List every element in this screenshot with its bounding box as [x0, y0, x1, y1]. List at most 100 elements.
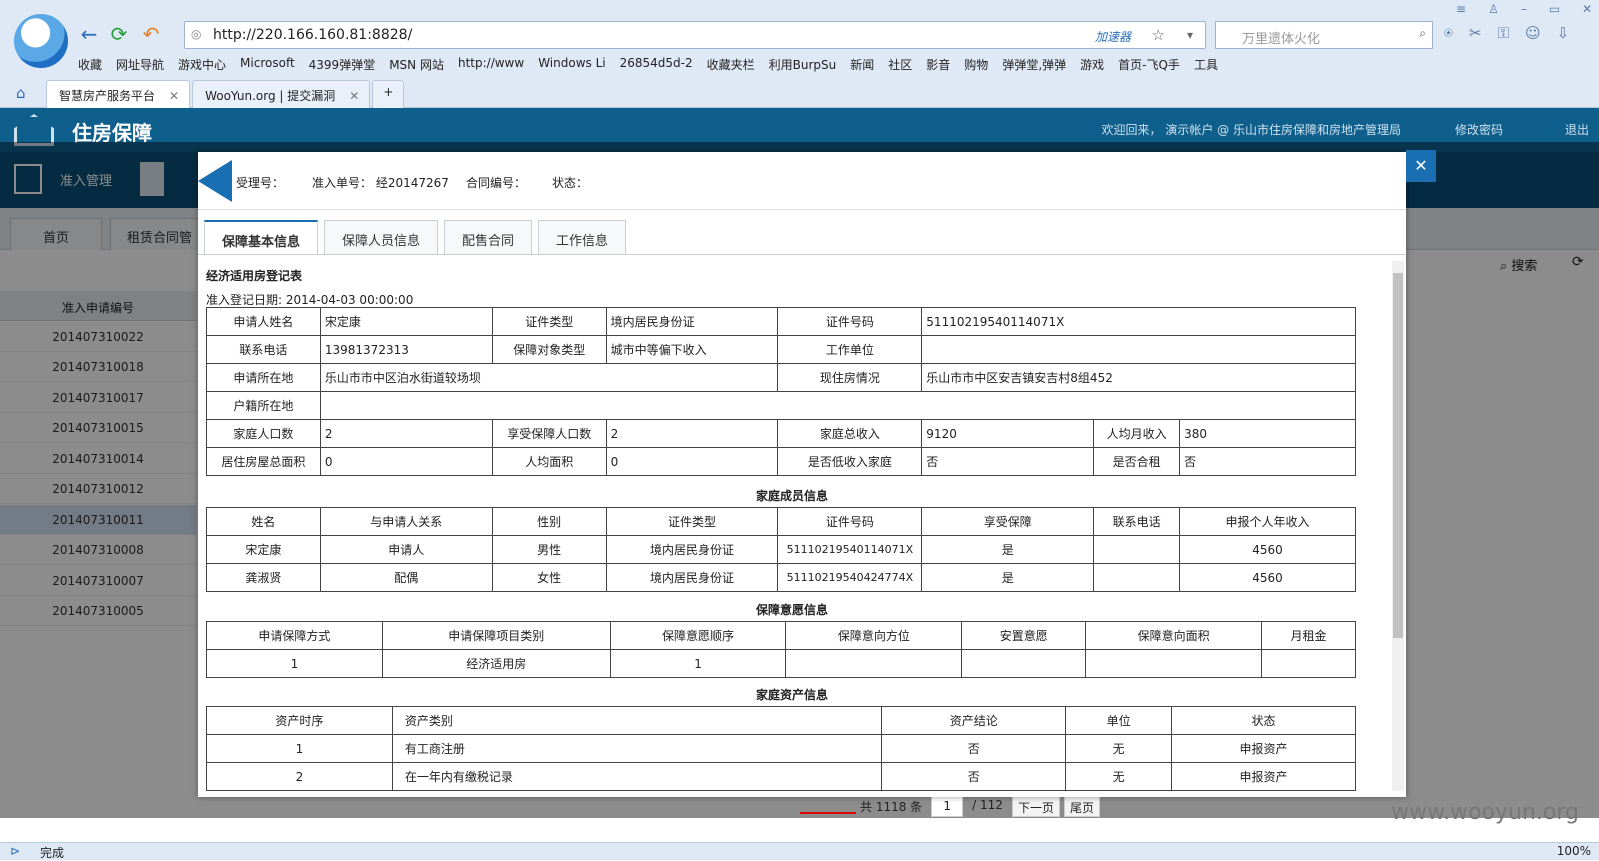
- close-window-icon[interactable]: ✕: [1582, 2, 1592, 16]
- close-tab-icon[interactable]: ✕: [349, 89, 359, 103]
- cell: 有工商注册: [391, 734, 883, 763]
- panel-icon[interactable]: ⊳: [10, 844, 20, 858]
- cell: 51110219540114071X: [921, 307, 1356, 336]
- minimize-icon[interactable]: –: [1521, 2, 1527, 16]
- cell: 居住房屋总面积: [206, 447, 321, 476]
- header-cell: 与申请人关系: [319, 507, 493, 536]
- logout-link[interactable]: 退出: [1565, 121, 1589, 138]
- header-cell: 证件类型: [605, 507, 779, 536]
- tab-label: WooYun.org | 提交漏洞: [205, 89, 336, 103]
- cell: 证件类型: [491, 307, 607, 336]
- chat-icon[interactable]: ☺: [1525, 24, 1541, 42]
- reg-date-label: 准入登记日期:: [206, 293, 283, 307]
- close-tab-icon[interactable]: ✕: [169, 89, 179, 103]
- bookmark[interactable]: 工具: [1194, 56, 1218, 74]
- family-table: 姓名 与申请人关系 性别 证件类型 证件号码 享受保障 联系电话 申报个人年收入 宋定康 申请人…: [206, 507, 1356, 592]
- bookmark[interactable]: 收藏夹栏: [707, 56, 755, 74]
- refresh-icon[interactable]: ⟳: [106, 22, 132, 46]
- accelerator-label[interactable]: 加速器: [1095, 28, 1131, 45]
- cell: 男性: [491, 535, 607, 564]
- skin-icon[interactable]: ♙: [1488, 2, 1499, 16]
- status-label: 状态：: [552, 176, 589, 190]
- cell: 否: [1179, 447, 1356, 476]
- close-modal-button[interactable]: ✕: [1406, 150, 1436, 182]
- cell: 乐山市市中区泊水街道较场坝: [319, 363, 779, 392]
- bookmark[interactable]: 26854d5d-2: [620, 56, 693, 74]
- dropdown-icon[interactable]: ▾: [1187, 28, 1193, 42]
- browser-chrome: ← ⟳ ↶ ◎ http://220.166.160.81:8828/ 加速器 …: [0, 0, 1599, 108]
- next-page-button[interactable]: 下一页: [1011, 795, 1060, 817]
- cell: 申报资产: [1171, 762, 1356, 791]
- family-section-title: 家庭成员信息: [755, 489, 828, 503]
- cell: 51110219540424774X: [777, 563, 923, 592]
- header-cell: 资产结论: [881, 706, 1067, 735]
- bookmark[interactable]: 4399弹弹堂: [309, 56, 376, 74]
- tab-basic-info[interactable]: 保障基本信息: [204, 220, 319, 254]
- url-text: http://220.166.160.81:8828/: [213, 27, 413, 43]
- bookmark[interactable]: Windows Li: [538, 56, 605, 74]
- cell: 否: [921, 447, 1095, 476]
- red-arrow: [800, 812, 856, 814]
- key-icon[interactable]: ⚿: [1498, 24, 1509, 42]
- cell: 51110219540114071X: [777, 535, 923, 564]
- star-icon[interactable]: ☆: [1152, 26, 1165, 44]
- cell: 2: [206, 762, 393, 791]
- bookmark[interactable]: 网址导航: [116, 56, 164, 74]
- accept-no-label: 受理号：: [236, 176, 285, 190]
- browser-search-input[interactable]: 万里遗体火化 ⌕: [1215, 21, 1433, 49]
- bookmark[interactable]: http://www: [458, 56, 524, 74]
- cell: 户籍所在地: [206, 391, 321, 420]
- tab-contract[interactable]: 配售合同: [444, 220, 533, 254]
- undo-icon[interactable]: ↶: [138, 22, 164, 46]
- cell: [921, 335, 1356, 364]
- bookmark[interactable]: 游戏: [1080, 56, 1104, 74]
- cell: 女性: [491, 563, 607, 592]
- cell: 保障对象类型: [491, 335, 607, 364]
- bookmark[interactable]: 弹弹堂,弹弹: [1002, 56, 1066, 74]
- page-input[interactable]: 1: [931, 795, 964, 817]
- reg-date-value: 2014-04-03 00:00:00: [285, 293, 414, 307]
- cell: 无: [1065, 762, 1173, 791]
- browser-tab[interactable]: WooYun.org | 提交漏洞 ✕: [192, 80, 371, 108]
- bookmark[interactable]: Microsoft: [240, 56, 295, 74]
- cell: 13981372313: [319, 335, 493, 364]
- header-cell: 资产类别: [391, 706, 883, 735]
- download-icon[interactable]: ⇩: [1557, 24, 1570, 42]
- back-icon[interactable]: ←: [76, 22, 102, 46]
- basic-info-table: 申请人姓名 宋定康 证件类型 境内居民身份证 证件号码 51110219540114071…: [206, 307, 1357, 476]
- search-icon[interactable]: ⌕: [1419, 26, 1426, 41]
- total-count: 共 1118 条: [860, 800, 923, 814]
- bookmark[interactable]: 购物: [964, 56, 988, 74]
- bookmark[interactable]: 游戏中心: [178, 56, 226, 74]
- watermark: www.wooyun.org: [1391, 800, 1579, 825]
- cell: 境内居民身份证: [605, 563, 779, 592]
- scissors-icon[interactable]: ✂: [1469, 24, 1482, 42]
- user-icon[interactable]: ⍟: [1444, 24, 1453, 42]
- bookmark[interactable]: 首页-飞Q手: [1118, 56, 1180, 74]
- address-bar[interactable]: ◎ http://220.166.160.81:8828/ 加速器 ☆ ▾: [184, 21, 1206, 49]
- bookmark[interactable]: 社区: [888, 56, 912, 74]
- cell: 龚淑贤: [206, 563, 321, 592]
- bookmark[interactable]: 影音: [926, 56, 950, 74]
- header-cell: 证件号码: [777, 507, 923, 536]
- welcome-text: 欢迎回来， 演示帐户 @ 乐山市住房保障和房地产管理局: [1101, 123, 1401, 137]
- tab-persons[interactable]: 保障人员信息: [324, 220, 439, 254]
- last-page-button[interactable]: 尾页: [1063, 795, 1100, 817]
- menu-icon[interactable]: ≡: [1456, 2, 1466, 16]
- maximize-icon[interactable]: ▭: [1549, 2, 1560, 16]
- home-icon[interactable]: ⌂: [16, 84, 26, 102]
- bookmark[interactable]: 利用BurpSu: [769, 56, 837, 74]
- bookmark[interactable]: 收藏: [78, 56, 102, 74]
- cell: 城市中等偏下收入: [605, 335, 779, 364]
- cell: [319, 391, 1357, 420]
- header-cell: 保障意向面积: [1085, 621, 1263, 650]
- scrollbar-thumb[interactable]: [1393, 273, 1403, 638]
- bookmark[interactable]: MSN 网站: [389, 56, 444, 74]
- zoom-level[interactable]: 100%: [1557, 844, 1591, 858]
- modal-scrollbar[interactable]: [1392, 261, 1404, 791]
- browser-tab[interactable]: 智慧房产服务平台 ✕: [46, 80, 191, 108]
- change-password-link[interactable]: 修改密码: [1455, 121, 1503, 138]
- bookmark[interactable]: 新闻: [850, 56, 874, 74]
- new-tab-button[interactable]: +: [372, 80, 405, 108]
- tab-work[interactable]: 工作信息: [538, 220, 627, 254]
